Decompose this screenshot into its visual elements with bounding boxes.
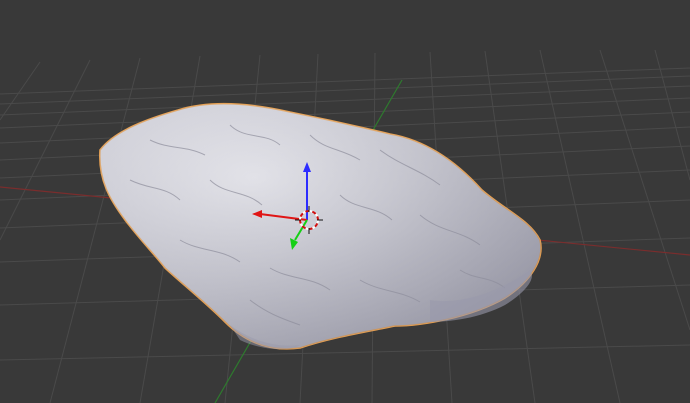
viewport-canvas[interactable]: [0, 0, 690, 403]
rock-mesh[interactable]: [99, 102, 542, 350]
3d-viewport[interactable]: [0, 0, 690, 403]
